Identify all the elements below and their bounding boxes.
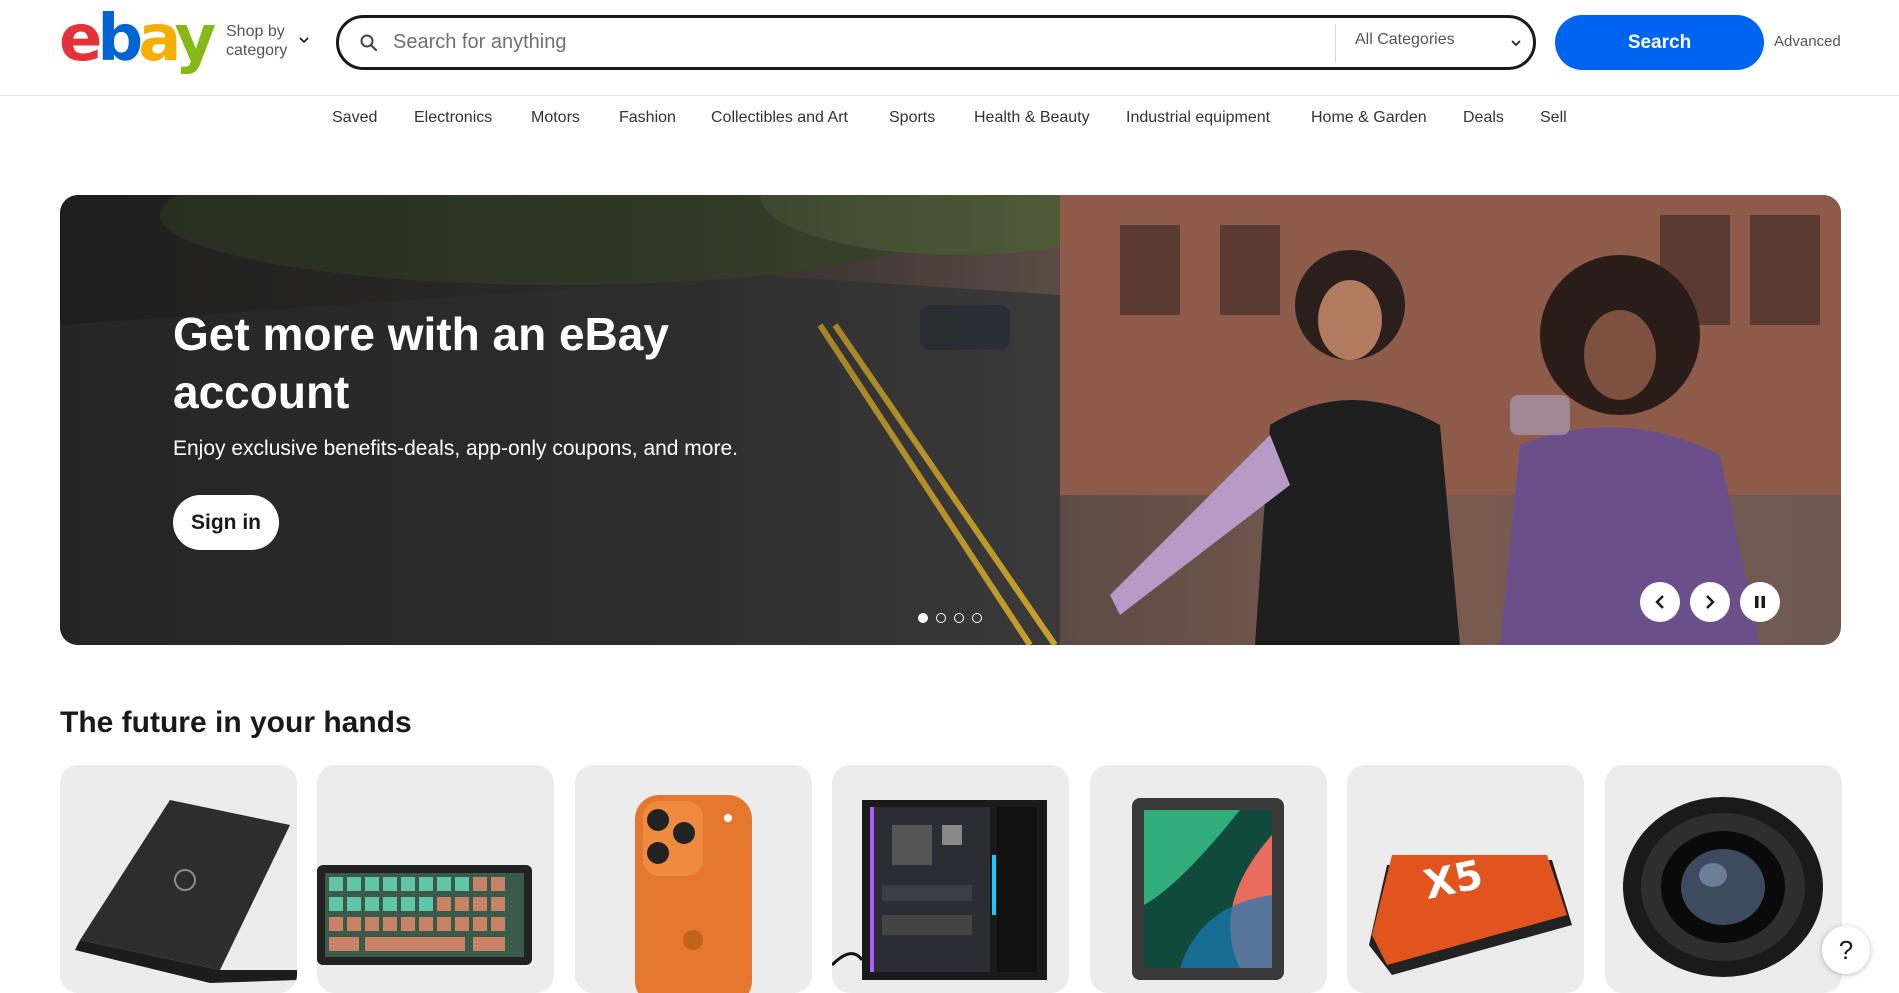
- nav-item-sell[interactable]: Sell: [1540, 109, 1567, 127]
- tablet-icon: [1132, 798, 1284, 980]
- search-button[interactable]: Search: [1555, 15, 1764, 70]
- hero-subtitle: Enjoy exclusive benefits-deals, app-only…: [173, 437, 738, 460]
- laptop-icon: [75, 800, 297, 983]
- carousel-dot-1[interactable]: [918, 613, 928, 623]
- carousel-dot-4[interactable]: [972, 613, 982, 623]
- desktop-tower-icon: [832, 800, 1047, 980]
- search-divider: [1335, 24, 1336, 62]
- site-header: ebay Shop by category All Categories Sea…: [0, 0, 1899, 96]
- shop-by-category-label: Shop by category: [226, 23, 288, 59]
- product-card-desktop-tower[interactable]: [832, 765, 1069, 993]
- pause-icon: [1755, 596, 1765, 608]
- sign-in-button[interactable]: Sign in: [173, 495, 279, 550]
- chevron-down-icon: [1511, 40, 1521, 47]
- section-title: The future in your hands: [60, 706, 412, 739]
- category-select-value: All Categories: [1355, 31, 1455, 48]
- nav-item-sports[interactable]: Sports: [889, 109, 935, 127]
- chevron-right-icon: [1706, 595, 1715, 609]
- carousel-pause-button[interactable]: [1740, 582, 1780, 622]
- logo-letter-b: b: [97, 2, 143, 76]
- product-card-camera-lens[interactable]: [1605, 765, 1842, 993]
- ebay-logo[interactable]: ebay: [59, 7, 216, 71]
- ssd-icon: X5: [1369, 852, 1572, 975]
- nav-item-health-beauty[interactable]: Health & Beauty: [974, 109, 1090, 127]
- nav-item-collectibles-and-art[interactable]: Collectibles and Art: [711, 109, 848, 127]
- chevron-down-icon: [299, 37, 309, 44]
- logo-letter-y: y: [174, 2, 216, 76]
- camera-lens-icon: [1623, 797, 1823, 977]
- chevron-left-icon: [1655, 595, 1664, 609]
- nav-item-saved[interactable]: Saved: [332, 109, 377, 127]
- search-icon: [360, 34, 378, 52]
- logo-letter-a: a: [138, 2, 179, 76]
- nav-item-electronics[interactable]: Electronics: [414, 109, 492, 127]
- product-card-row: X5: [60, 765, 1842, 993]
- product-card-tablet[interactable]: [1090, 765, 1327, 993]
- product-card-laptop[interactable]: [60, 765, 297, 993]
- carousel-prev-button[interactable]: [1640, 582, 1680, 622]
- logo-letter-e: e: [59, 2, 102, 76]
- product-card-smartphone[interactable]: [575, 765, 812, 993]
- carousel-dots: [918, 613, 998, 625]
- carousel-dot-3[interactable]: [954, 613, 964, 623]
- help-button[interactable]: ?: [1822, 926, 1870, 974]
- smartphone-icon: [635, 795, 752, 993]
- hero-banner[interactable]: Get more with an eBay account Enjoy excl…: [60, 195, 1841, 645]
- nav-item-home-garden[interactable]: Home & Garden: [1311, 109, 1427, 127]
- category-nav: Saved Electronics Motors Fashion Collect…: [0, 96, 1899, 142]
- keyboard-icon: [317, 865, 532, 965]
- carousel-dot-2[interactable]: [936, 613, 946, 623]
- search-bar: All Categories: [336, 15, 1536, 70]
- product-card-keyboard[interactable]: [317, 765, 554, 993]
- nav-item-fashion[interactable]: Fashion: [619, 109, 676, 127]
- hero-title: Get more with an eBay account: [173, 308, 669, 418]
- carousel-next-button[interactable]: [1690, 582, 1730, 622]
- nav-item-deals[interactable]: Deals: [1463, 109, 1504, 127]
- advanced-search-link[interactable]: Advanced: [1774, 33, 1841, 50]
- product-card-ssd[interactable]: X5: [1347, 765, 1584, 993]
- nav-item-industrial-equipment[interactable]: Industrial equipment: [1126, 109, 1270, 127]
- shop-by-category-button[interactable]: Shop by category: [226, 22, 316, 62]
- search-input[interactable]: [393, 24, 1393, 60]
- category-select[interactable]: All Categories: [1355, 31, 1525, 55]
- nav-item-motors[interactable]: Motors: [531, 109, 580, 127]
